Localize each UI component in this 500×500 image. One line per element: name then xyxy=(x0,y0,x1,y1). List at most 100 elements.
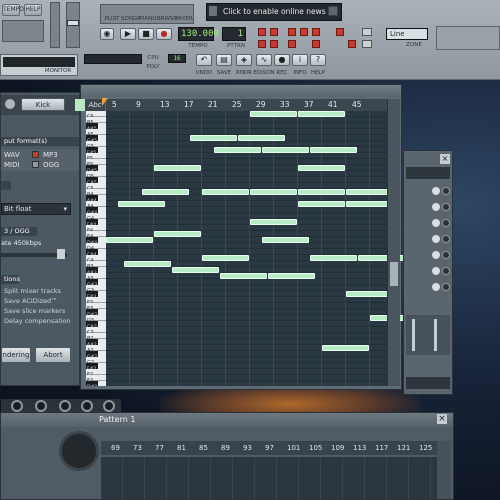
knob-5-icon[interactable] xyxy=(103,400,115,412)
pattern-selector[interactable]: 1 xyxy=(222,27,246,41)
note-19[interactable] xyxy=(106,237,153,243)
piano-key-dsharp2[interactable]: D#2 xyxy=(86,381,98,386)
save-icon[interactable]: ▤ xyxy=(216,54,232,66)
view-song-button[interactable]: SONGR xyxy=(121,16,141,22)
depth-dropdown[interactable]: Bit float ▾ xyxy=(1,203,71,215)
note-22[interactable] xyxy=(310,255,357,261)
format-ogg[interactable]: OGG xyxy=(43,161,59,169)
vscroll-thumb[interactable] xyxy=(389,261,399,287)
piano-roll-vscroll[interactable] xyxy=(387,99,400,386)
render-icon[interactable]: ◈ xyxy=(236,54,252,66)
note-20[interactable] xyxy=(262,237,309,243)
option-toggle-1[interactable] xyxy=(258,28,266,36)
format-midi[interactable]: MIDI xyxy=(4,161,20,169)
note-0[interactable] xyxy=(250,111,297,117)
note-1[interactable] xyxy=(298,111,345,117)
channel-7-pan-icon[interactable] xyxy=(442,283,450,291)
note-5[interactable] xyxy=(262,147,309,153)
render-button[interactable]: ndering xyxy=(1,347,31,363)
help-icon[interactable]: ? xyxy=(310,54,326,66)
edison-icon[interactable]: ∿ xyxy=(256,54,272,66)
note-4[interactable] xyxy=(214,147,261,153)
info-icon[interactable]: i xyxy=(292,54,308,66)
bitrate-slider-handle[interactable] xyxy=(57,249,65,259)
channel-1-knob-icon[interactable] xyxy=(432,187,440,195)
note-14[interactable] xyxy=(118,201,165,207)
channel-5-pan-icon[interactable] xyxy=(442,251,450,259)
metronome-icon[interactable] xyxy=(362,28,372,36)
channel-5-knob-icon[interactable] xyxy=(432,251,440,259)
note-17[interactable] xyxy=(250,219,297,225)
option-toggle-7[interactable] xyxy=(312,28,320,36)
playlist-grid[interactable] xyxy=(101,457,437,499)
channel-4-pan-icon[interactable] xyxy=(442,235,450,243)
view-piano-button[interactable]: PIANO xyxy=(139,16,157,22)
start-button[interactable]: Kick xyxy=(21,98,65,111)
option-toggle-10[interactable] xyxy=(336,28,344,36)
online-news-bar[interactable]: Click to enable online news xyxy=(206,3,342,21)
option-toggle-6[interactable] xyxy=(300,28,308,36)
note-25[interactable] xyxy=(172,267,219,273)
note-grid[interactable] xyxy=(106,111,405,386)
option-save-acidized[interactable]: Save ACIDized™ xyxy=(4,297,58,305)
ogg-checkbox[interactable] xyxy=(32,161,39,168)
master-volume-slider[interactable] xyxy=(50,2,60,48)
knob-2-icon[interactable] xyxy=(35,400,47,412)
record-button[interactable]: ● xyxy=(156,28,172,40)
snap-selector[interactable]: Line xyxy=(386,28,428,40)
channel-filter[interactable] xyxy=(406,167,450,179)
undo-icon[interactable]: ↶ xyxy=(196,54,212,66)
view-mixer-button[interactable]: MIXER xyxy=(175,16,193,22)
option-toggle-11[interactable] xyxy=(348,40,356,48)
stop-button[interactable]: ■ xyxy=(138,28,154,40)
view-playlist-button[interactable]: PLIST xyxy=(103,16,121,22)
playlist-jog-knob-icon[interactable] xyxy=(59,431,99,471)
close-icon[interactable]: × xyxy=(440,154,450,164)
option-toggle-5[interactable] xyxy=(288,28,296,36)
note-7[interactable] xyxy=(154,165,201,171)
option-toggle-2[interactable] xyxy=(270,28,278,36)
fader-track-1[interactable] xyxy=(412,319,415,351)
note-27[interactable] xyxy=(268,273,315,279)
rec-icon[interactable]: ● xyxy=(274,54,290,66)
note-26[interactable] xyxy=(220,273,267,279)
note-24[interactable] xyxy=(124,261,171,267)
note-12[interactable] xyxy=(298,189,345,195)
menu-help[interactable]: HELP xyxy=(24,4,42,16)
channel-6-knob-icon[interactable] xyxy=(432,267,440,275)
piano-keyboard[interactable]: C6B5A#5A5G#5G5F#5F5E5D#5D5C#5C5B4A#4A4G#… xyxy=(86,111,106,386)
note-2[interactable] xyxy=(190,135,237,141)
channel-7-knob-icon[interactable] xyxy=(432,283,440,291)
option-slice-markers[interactable]: Save slice markers xyxy=(4,307,65,315)
playlist-title[interactable]: Pattern 1 xyxy=(99,415,135,424)
note-11[interactable] xyxy=(250,189,297,195)
note-8[interactable] xyxy=(298,165,345,171)
option-toggle-3[interactable] xyxy=(258,40,266,48)
view-browser-button[interactable]: BRWSR xyxy=(157,16,177,22)
render-knob-icon[interactable] xyxy=(5,99,15,109)
note-3[interactable] xyxy=(238,135,285,141)
countdown-icon[interactable] xyxy=(362,40,372,48)
option-split-mixer[interactable]: Split mixer tracks xyxy=(4,287,61,295)
format-wav[interactable]: WAV xyxy=(4,151,20,159)
knob-1-icon[interactable] xyxy=(11,400,23,412)
note-30[interactable] xyxy=(322,345,369,351)
note-13[interactable] xyxy=(346,189,393,195)
note-10[interactable] xyxy=(202,189,249,195)
channel-footer-selector[interactable] xyxy=(406,377,450,389)
channel-4-knob-icon[interactable] xyxy=(432,235,440,243)
note-21[interactable] xyxy=(202,255,249,261)
knob-3-icon[interactable] xyxy=(59,400,71,412)
playlist-close-icon[interactable]: × xyxy=(437,414,447,424)
note-9[interactable] xyxy=(142,189,189,195)
pitch-slider-handle[interactable] xyxy=(67,20,79,26)
fader-track-2[interactable] xyxy=(434,319,437,351)
menu-tempo[interactable]: TEMPO xyxy=(2,4,24,16)
channel-1-pan-icon[interactable] xyxy=(442,187,450,195)
option-toggle-8[interactable] xyxy=(288,40,296,48)
record-mode-icon[interactable]: ◉ xyxy=(100,28,114,40)
channel-3-pan-icon[interactable] xyxy=(442,219,450,227)
note-6[interactable] xyxy=(310,147,357,153)
format-mp3[interactable]: MP3 xyxy=(43,151,58,159)
abort-button[interactable]: Abort xyxy=(35,347,71,363)
